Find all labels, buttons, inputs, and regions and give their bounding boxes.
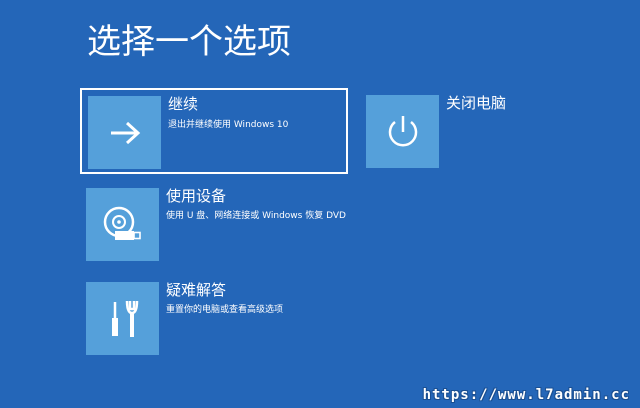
use-device-tile[interactable] xyxy=(86,188,159,261)
continue-tile[interactable] xyxy=(88,96,161,169)
arrow-right-icon xyxy=(110,121,140,144)
shutdown-label: 关闭电脑 xyxy=(446,94,507,112)
watermark-text: https://www.l7admin.cc xyxy=(422,387,630,403)
tools-icon xyxy=(111,300,138,337)
continue-label: 继续 xyxy=(168,95,199,113)
continue-option[interactable]: 继续 退出并继续使用 Windows 10 xyxy=(80,88,348,174)
troubleshoot-description: 重置你的电脑或查看高级选项 xyxy=(166,305,284,315)
troubleshoot-label: 疑难解答 xyxy=(166,281,227,299)
disc-usb-icon xyxy=(103,206,141,240)
troubleshoot-tile[interactable] xyxy=(86,282,159,355)
continue-description: 退出并继续使用 Windows 10 xyxy=(168,120,289,130)
shutdown-tile[interactable] xyxy=(366,95,439,168)
page-title: 选择一个选项 xyxy=(87,22,291,62)
use-device-option[interactable]: 使用设备 使用 U 盘、网络连接或 Windows 恢复 DVD xyxy=(86,187,346,263)
use-device-description: 使用 U 盘、网络连接或 Windows 恢复 DVD xyxy=(166,211,346,221)
use-device-label: 使用设备 xyxy=(166,187,227,205)
troubleshoot-option[interactable]: 疑难解答 重置你的电脑或查看高级选项 xyxy=(86,281,346,357)
power-icon xyxy=(388,115,417,146)
shutdown-option[interactable]: 关闭电脑 xyxy=(366,94,566,170)
